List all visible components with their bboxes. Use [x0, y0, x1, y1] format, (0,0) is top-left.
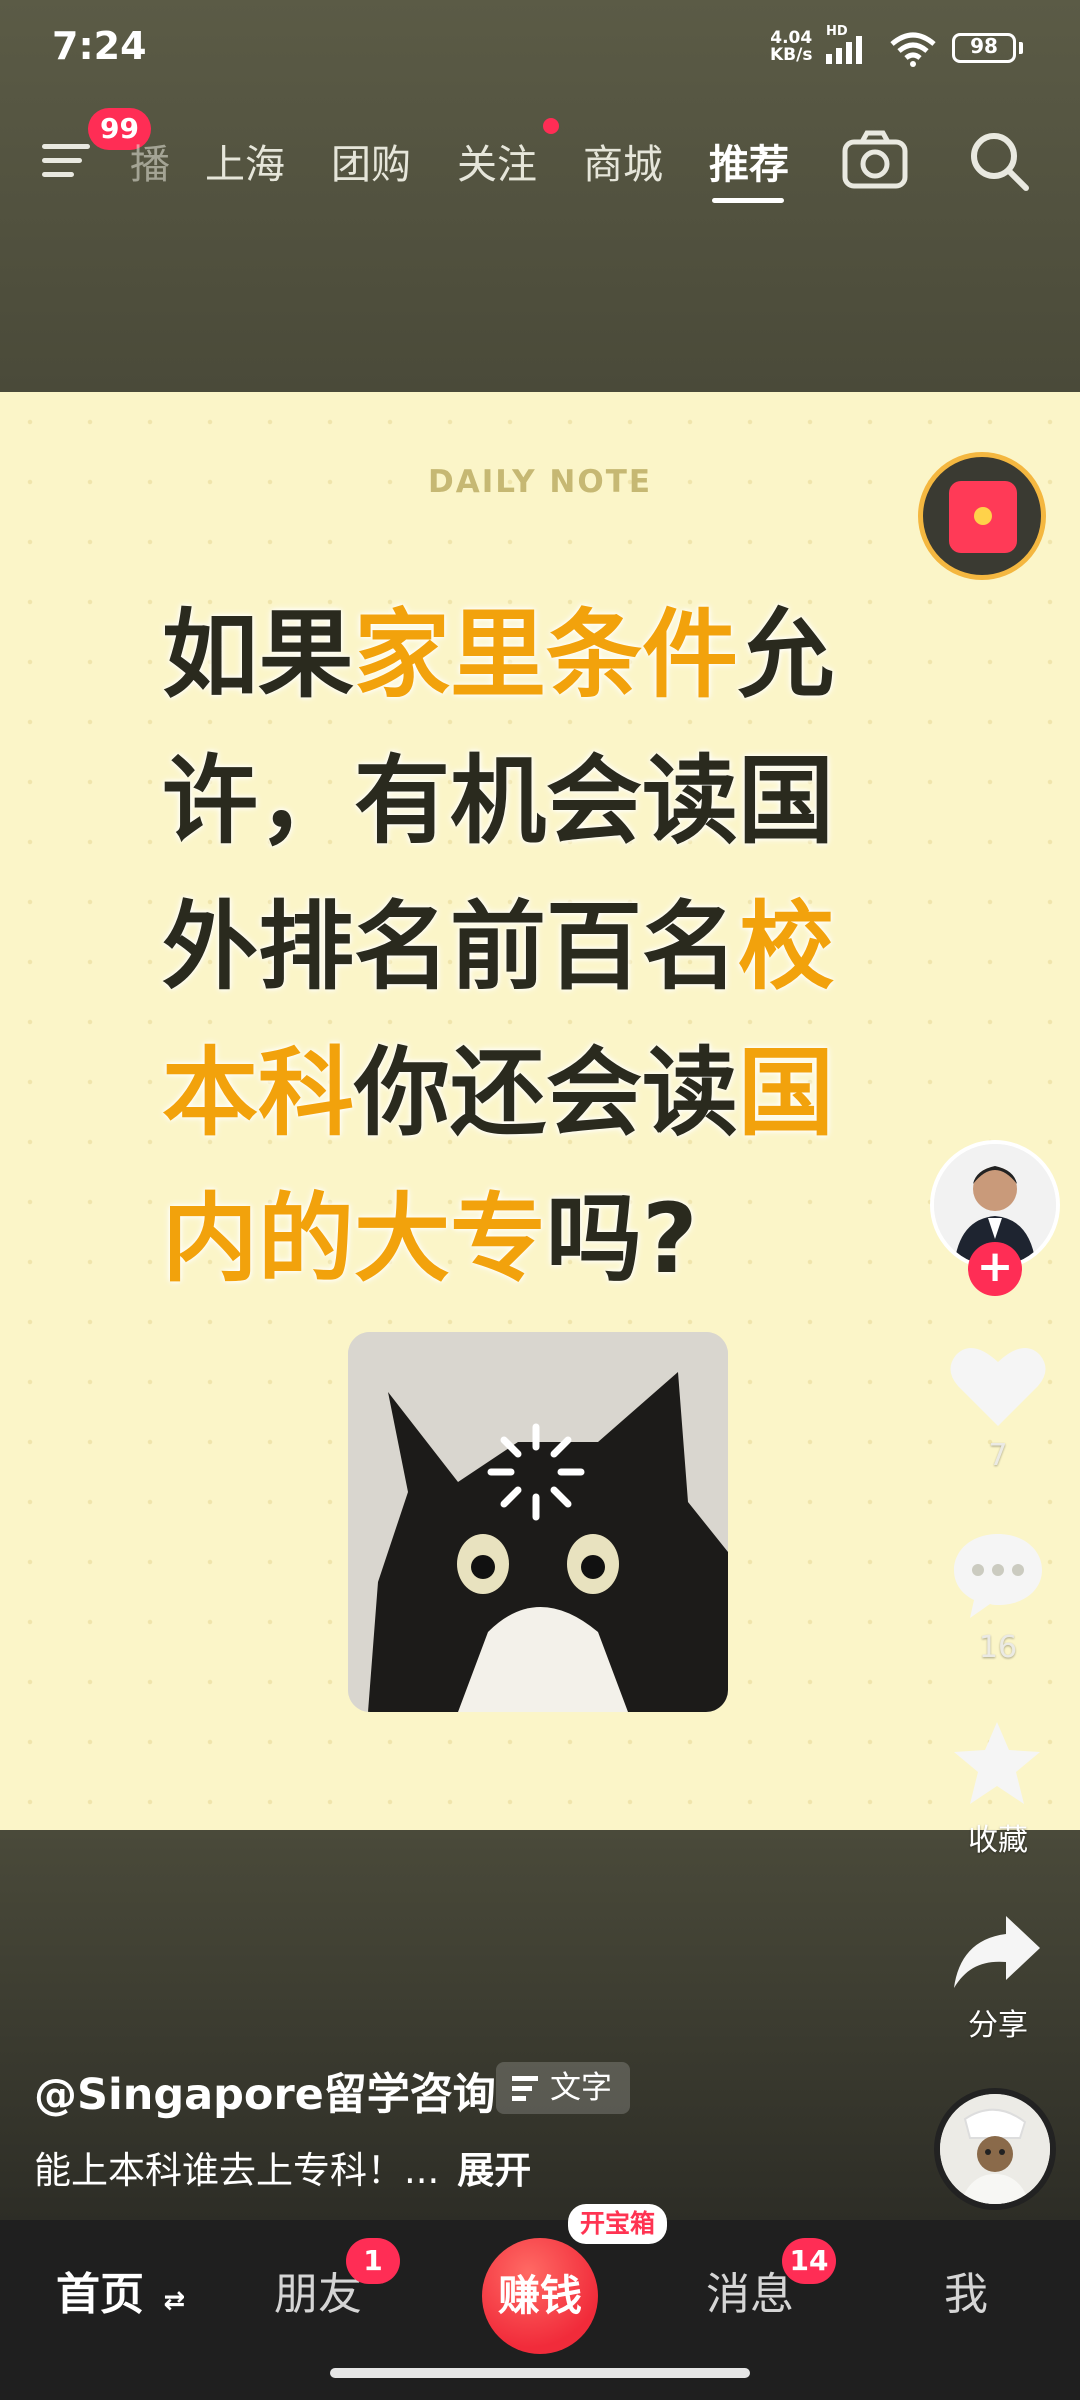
menu-button[interactable]: [42, 132, 96, 186]
share-label: 分享: [968, 2008, 1028, 2043]
tab-partial[interactable]: 播: [130, 132, 170, 190]
video-frame[interactable]: DAILY NOTE 如果家里条件允许，有机会读国外排名前百名校本科你还会读国内…: [0, 392, 1080, 1830]
menu-icon-bar: [42, 158, 82, 163]
comment-icon[interactable]: [950, 1530, 1046, 1622]
music-disc[interactable]: [934, 2088, 1056, 2210]
signal-icon: [826, 36, 862, 64]
menu-icon: [42, 144, 90, 149]
text-lines-icon: [512, 2076, 538, 2101]
comment-count: 16: [978, 1630, 1018, 1665]
music-disc-art: [940, 2094, 1050, 2204]
red-packet-button[interactable]: [918, 452, 1046, 580]
text-chip[interactable]: 文字: [496, 2062, 630, 2114]
share-icon[interactable]: [952, 1912, 1042, 1992]
following-dot: [543, 118, 559, 134]
like-count: 7: [988, 1438, 1008, 1473]
home-indicator[interactable]: [330, 2368, 750, 2378]
status-bar: 7:24 4.04 KB/s HD 98: [0, 0, 1080, 100]
author-name[interactable]: @Singapore留学咨询: [34, 2060, 496, 2122]
headline-part: 你还会读: [354, 1037, 738, 1149]
search-icon[interactable]: [966, 128, 1032, 194]
active-tab-indicator: [712, 198, 784, 203]
network-speed: 4.04 KB/s: [770, 30, 812, 64]
nav-earn-label: 赚钱: [497, 2271, 582, 2320]
top-nav: 99 播 上海 团购 关注 商城 推荐: [0, 108, 1080, 210]
nav-home-label: 首页: [56, 2269, 144, 2320]
star-icon[interactable]: [952, 1720, 1042, 1806]
expand-button[interactable]: 展开: [457, 2149, 531, 2192]
headline-part: 吗?: [546, 1183, 698, 1295]
nav-home[interactable]: 首页 ⇄: [56, 2258, 185, 2322]
red-packet-icon: [949, 481, 1017, 553]
like-icon[interactable]: [948, 1340, 1048, 1430]
battery-level: 98: [970, 34, 998, 58]
treasure-tag[interactable]: 开宝箱: [568, 2204, 668, 2244]
battery-icon: 98: [952, 33, 1016, 63]
text-chip-label: 文字: [550, 2070, 612, 2106]
red-packet-seal: [974, 507, 992, 525]
cat-meme-image: [348, 1332, 728, 1712]
network-speed-unit: KB/s: [770, 45, 813, 65]
swap-icon: ⇄: [163, 2286, 186, 2316]
headline-highlight: 家里条件: [354, 599, 738, 711]
post-caption: 能上本科谁去上专科！... 展开: [34, 2140, 531, 2194]
tab-group-buy[interactable]: 团购: [331, 132, 411, 190]
video-headline: 如果家里条件允许，有机会读国外排名前百名校本科你还会读国内的大专吗?: [162, 582, 922, 1312]
friends-badge: 1: [346, 2238, 400, 2284]
menu-icon-bar: [42, 172, 74, 177]
camera-icon[interactable]: [840, 128, 910, 192]
wifi-icon: [890, 32, 936, 67]
cat-illustration: [348, 1332, 728, 1712]
tab-shanghai[interactable]: 上海: [205, 132, 285, 190]
battery-tip: [1019, 42, 1023, 54]
nav-earn[interactable]: 赚钱: [482, 2238, 598, 2354]
follow-plus-button[interactable]: +: [968, 1242, 1022, 1296]
favorite-label: 收藏: [968, 1823, 1028, 1858]
tab-recommend[interactable]: 推荐: [709, 132, 789, 190]
messages-badge: 14: [782, 2238, 836, 2284]
nav-me-label: 我: [944, 2269, 988, 2320]
caption-text: 能上本科谁去上专科！...: [34, 2149, 440, 2192]
nav-me[interactable]: 我: [944, 2258, 988, 2322]
nav-messages[interactable]: 消息: [706, 2258, 794, 2322]
tab-following[interactable]: 关注: [457, 132, 537, 190]
status-time: 7:24: [52, 24, 147, 68]
daily-note-header: DAILY NOTE: [427, 464, 653, 500]
headline-part: 如果: [162, 599, 354, 711]
tab-mall[interactable]: 商城: [583, 132, 663, 190]
nav-friends-label: 朋友: [274, 2269, 362, 2320]
nav-messages-label: 消息: [706, 2269, 794, 2320]
